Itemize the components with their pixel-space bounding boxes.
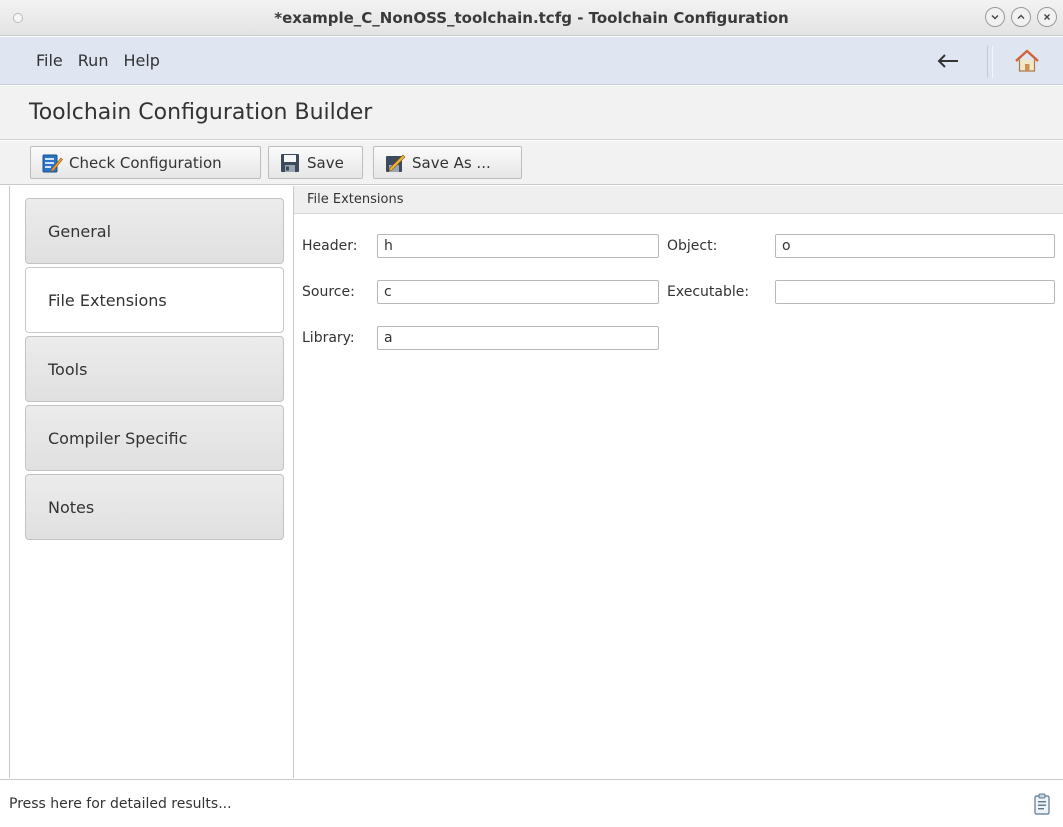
object-label: Object: — [667, 238, 718, 254]
source-label: Source: — [302, 284, 355, 300]
menu-file[interactable]: File — [36, 51, 63, 70]
source-extension-field[interactable] — [377, 280, 659, 304]
executable-label: Executable: — [667, 284, 750, 300]
nav-notes[interactable]: Notes — [25, 474, 284, 540]
page-heading: Toolchain Configuration Builder — [0, 86, 1063, 140]
section-header: File Extensions — [294, 186, 1063, 214]
header-label: Header: — [302, 238, 358, 254]
nav-compiler-specific[interactable]: Compiler Specific — [25, 405, 284, 471]
window-controls — [985, 7, 1057, 27]
nav-file-extensions[interactable]: File Extensions — [25, 267, 284, 333]
section-title: File Extensions — [307, 192, 404, 207]
title-bar: *example_C_NonOSS_toolchain.tcfg - Toolc… — [0, 0, 1063, 36]
library-label: Library: — [302, 330, 355, 346]
nav-label: File Extensions — [48, 290, 167, 310]
nav-tools[interactable]: Tools — [25, 336, 284, 402]
save-label: Save — [307, 153, 344, 172]
close-icon[interactable] — [1037, 7, 1057, 27]
page-title: Toolchain Configuration Builder — [29, 100, 373, 125]
file-extensions-panel: File Extensions Header: Source: Library:… — [294, 186, 1063, 778]
menu-separator — [987, 46, 993, 78]
save-button[interactable]: Save — [268, 146, 363, 179]
minimize-icon[interactable] — [985, 7, 1005, 27]
menu-help[interactable]: Help — [123, 51, 159, 70]
status-text[interactable]: Press here for detailed results... — [9, 796, 232, 812]
save-as-label: Save As ... — [412, 153, 491, 172]
nav-label: Notes — [48, 497, 95, 517]
back-button[interactable] — [933, 49, 963, 73]
status-bar[interactable]: Press here for detailed results... — [0, 779, 1063, 827]
window-title: *example_C_NonOSS_toolchain.tcfg - Toolc… — [274, 8, 789, 27]
arrow-left-icon — [937, 54, 958, 68]
library-extension-field[interactable] — [377, 326, 659, 350]
menu-run[interactable]: Run — [78, 51, 109, 70]
nav-label: Compiler Specific — [48, 428, 188, 448]
nav-label: Tools — [48, 359, 88, 379]
navigation-panel: General File Extensions Tools Compiler S… — [9, 186, 294, 778]
check-configuration-icon — [42, 154, 63, 172]
home-icon — [1015, 49, 1039, 72]
save-as-button[interactable]: Save As ... — [373, 146, 522, 179]
maximize-icon[interactable] — [1011, 7, 1031, 27]
header-extension-field[interactable] — [377, 234, 659, 258]
window-menu-icon[interactable] — [13, 13, 23, 23]
toolbar: Check Configuration Save Save As ... — [0, 141, 1063, 185]
nav-general[interactable]: General — [25, 198, 284, 264]
save-icon — [281, 153, 299, 172]
check-configuration-label: Check Configuration — [69, 153, 222, 172]
home-button[interactable] — [1012, 48, 1042, 74]
save-as-icon — [386, 154, 406, 172]
clipboard-icon[interactable] — [1033, 793, 1051, 815]
menu-bar: File Run Help — [0, 37, 1063, 85]
nav-label: General — [48, 221, 112, 241]
executable-extension-field[interactable] — [775, 280, 1055, 304]
check-configuration-button[interactable]: Check Configuration — [30, 146, 261, 179]
object-extension-field[interactable] — [775, 234, 1055, 258]
